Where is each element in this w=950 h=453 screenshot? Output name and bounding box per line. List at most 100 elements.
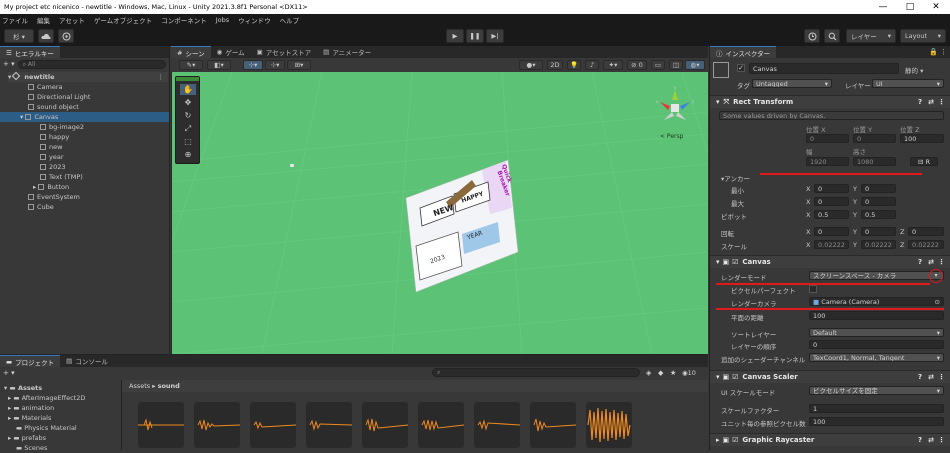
canvas-scaler-enabled-checkbox[interactable]: ☑ <box>732 373 738 381</box>
tab-project[interactable]: ▬ プロジェクト <box>0 355 61 367</box>
hierarchy-item-happy[interactable]: happy <box>40 132 69 142</box>
kebab-menu-icon[interactable]: ⋮ <box>938 373 945 381</box>
tab-game[interactable]: ◉ ゲーム <box>210 46 251 58</box>
search-icon[interactable] <box>824 29 840 43</box>
canvas-scaler-header[interactable]: ▾ ▣ ☑ Canvas Scaler ? ⇄ ⋮ <box>710 370 950 383</box>
menu-component[interactable]: コンポーネント <box>161 15 207 25</box>
layout-dropdown[interactable]: Layout ▾ <box>900 29 946 43</box>
tab-console[interactable]: ▤ コンソール <box>60 355 114 367</box>
rotate-tool-icon[interactable]: ↻ <box>180 110 196 121</box>
project-tree-item[interactable]: ▬ Scenes <box>16 443 47 453</box>
hierarchy-scene-root[interactable]: ▾ newtitle ⋮ <box>8 71 168 82</box>
kebab-menu-icon[interactable]: ⋮ <box>158 72 165 82</box>
global-toggle[interactable]: ⊹▾ <box>265 60 285 70</box>
anchor-label[interactable]: ▾アンカー <box>721 173 750 183</box>
audio-asset[interactable] <box>474 402 520 448</box>
canvas-component-header[interactable]: ▾ ▣ ☑ Canvas ? ⇄ ⋮ <box>710 255 950 268</box>
layers-dropdown[interactable]: レイヤー ▾ <box>846 29 896 43</box>
orientation-gizmo[interactable]: y x z <box>650 86 700 130</box>
effects-dropdown[interactable]: ✦▾ <box>603 60 623 70</box>
pos-z-field[interactable]: 100 <box>900 134 944 143</box>
pause-button[interactable]: ❚❚ <box>466 29 484 43</box>
layer-dropdown[interactable]: UI ▾ <box>872 79 944 88</box>
audio-asset[interactable] <box>362 402 408 448</box>
rect-transform-header[interactable]: ▾ ⤧ Rect Transform ? ⇄ ⋮ <box>710 95 950 108</box>
hierarchy-item-canvas[interactable]: ▾ Canvas <box>0 112 169 122</box>
project-tree-item[interactable]: ▸ ▬ prefabs <box>8 433 46 443</box>
persp-label[interactable]: < Persp <box>660 133 683 140</box>
anchor-max-y-field[interactable]: 0 <box>861 197 896 206</box>
2d-toggle[interactable]: 2D <box>547 60 563 70</box>
scale-z-field[interactable]: 0.02222 <box>908 240 944 249</box>
ui-scale-mode-dropdown[interactable]: ピクセルサイズを固定 ▾ <box>809 386 944 395</box>
kebab-menu-icon[interactable]: ⋮ <box>940 48 947 56</box>
audio-asset[interactable] <box>138 402 184 448</box>
breadcrumb-assets[interactable]: Assets <box>129 382 150 390</box>
filter-label-icon[interactable]: ◆ <box>658 369 663 377</box>
plane-distance-field[interactable]: 100 <box>809 311 944 320</box>
rotation-x-field[interactable]: 0 <box>814 227 849 236</box>
pivot-x-field[interactable]: 0.5 <box>814 210 849 219</box>
sorting-layer-dropdown[interactable]: Default ▾ <box>809 328 944 337</box>
tab-asset-store[interactable]: ▣ アセットストア <box>250 46 318 58</box>
active-checkbox[interactable]: ✓ <box>737 64 745 72</box>
hierarchy-item-cube[interactable]: Cube <box>28 202 54 212</box>
scale-x-field[interactable]: 0.02222 <box>814 240 849 249</box>
hierarchy-item-button[interactable]: ▸ Button <box>33 182 69 192</box>
help-icon[interactable]: ? <box>918 98 922 106</box>
audio-asset[interactable] <box>250 402 296 448</box>
draw-mode-shaded[interactable]: ●▾ <box>519 60 543 70</box>
filter-type-icon[interactable]: ◈ <box>646 369 651 377</box>
anchor-min-y-field[interactable]: 0 <box>861 184 896 193</box>
play-button[interactable]: ▶ <box>446 29 464 43</box>
reference-pixels-field[interactable]: 100 <box>809 417 944 426</box>
project-tree-item[interactable]: ▬ Physics Material <box>16 423 77 433</box>
project-tree-assets[interactable]: ▾ ▬ Assets <box>4 383 42 393</box>
pixel-perfect-checkbox[interactable] <box>809 285 817 293</box>
help-icon[interactable]: ? <box>918 373 922 381</box>
anchor-max-x-field[interactable]: 0 <box>814 197 849 206</box>
hidden-packages-count[interactable]: ◉10 <box>682 369 696 377</box>
help-icon[interactable]: ? <box>918 436 922 444</box>
snap-dropdown[interactable]: ⊞▾ <box>287 60 311 70</box>
hierarchy-item-eventsystem[interactable]: EventSystem <box>28 192 80 202</box>
project-add-button[interactable]: + ▾ <box>3 369 15 377</box>
overlay-handle[interactable] <box>176 77 199 81</box>
shader-channels-dropdown[interactable]: TexCoord1, Normal, Tangent ▾ <box>809 353 944 362</box>
pivot-y-field[interactable]: 0.5 <box>861 210 896 219</box>
pivot-toggle[interactable]: ⊹▾ <box>243 60 263 70</box>
project-tree-item[interactable]: ▸ ▬ animation <box>8 403 54 413</box>
collab-icon[interactable] <box>58 29 74 43</box>
camera-view-dropdown[interactable]: ◫ <box>669 60 683 70</box>
audio-asset[interactable] <box>586 402 632 448</box>
rect-tool-icon[interactable]: ⬚ <box>180 136 196 147</box>
hierarchy-search-input[interactable]: ⌕ All <box>17 59 166 69</box>
chevron-down-icon[interactable]: ▾ <box>929 269 943 283</box>
pos-y-field[interactable]: 0 <box>853 134 896 143</box>
menu-window[interactable]: ウィンドウ <box>238 15 271 25</box>
cloud-icon[interactable] <box>38 29 54 43</box>
static-checkbox[interactable]: 静的 ▾ <box>905 65 923 75</box>
draw-mode-dropdown[interactable]: ✎▾ <box>179 60 203 70</box>
raw-edit-button[interactable]: ⊟ R <box>910 157 938 166</box>
hierarchy-item-2023[interactable]: 2023 <box>40 162 66 172</box>
hierarchy-item-year[interactable]: year <box>40 152 64 162</box>
help-icon[interactable]: ? <box>918 258 922 266</box>
menu-edit[interactable]: 編集 <box>37 15 50 25</box>
preset-icon[interactable]: ⇄ <box>928 373 934 381</box>
history-icon[interactable] <box>804 29 820 43</box>
account-dropdown[interactable]: 杉 ▾ <box>4 29 34 43</box>
hand-tool-icon[interactable]: ✋ <box>180 84 196 95</box>
scale-y-field[interactable]: 0.02222 <box>861 240 896 249</box>
step-button[interactable]: ▶| <box>486 29 504 43</box>
preset-icon[interactable]: ⇄ <box>928 258 934 266</box>
graphic-raycaster-header[interactable]: ▸ ▣ ☑ Graphic Raycaster ? ⇄ ⋮ <box>710 433 950 446</box>
tab-hierarchy[interactable]: ☰ ヒエラルキー <box>0 46 60 58</box>
pos-x-field[interactable]: 0 <box>806 134 849 143</box>
menu-gameobject[interactable]: ゲームオブジェクト <box>94 15 152 25</box>
scale-factor-field[interactable]: 1 <box>809 404 944 413</box>
menu-help[interactable]: ヘルプ <box>280 15 300 25</box>
minimize-button[interactable]: — <box>870 0 896 14</box>
tag-dropdown[interactable]: Untagged ▾ <box>752 79 832 88</box>
hierarchy-item-camera[interactable]: Camera <box>28 82 63 92</box>
